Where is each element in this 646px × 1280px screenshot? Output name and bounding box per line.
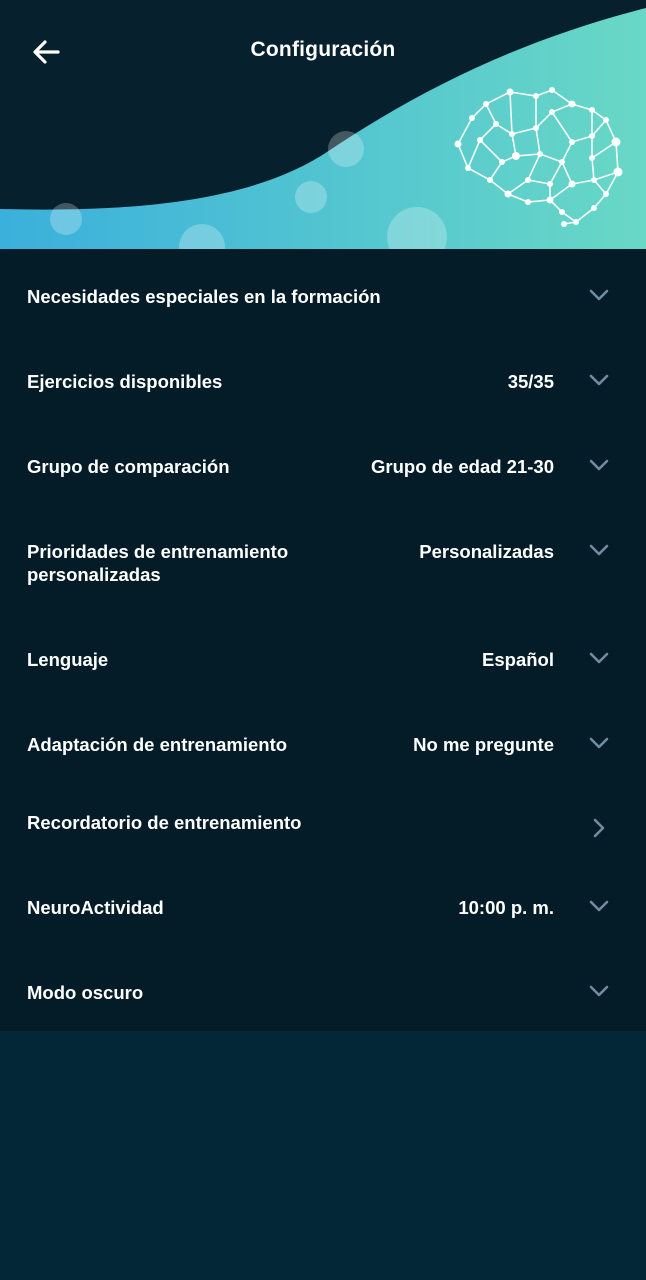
setting-value: Español [482,649,554,670]
setting-label: Prioridades de entrenamiento personaliza… [27,541,289,585]
brain-network-icon [454,87,623,227]
setting-special-needs[interactable]: Necesidades especiales en la formación [0,249,646,334]
chevron-down-icon [589,900,609,912]
setting-label: Adaptación de entrenamiento [27,734,288,755]
chevron-down-icon [589,289,609,301]
chevron-down-icon [589,652,609,664]
setting-value: Personalizadas [419,541,554,562]
setting-value: No me pregunte [413,734,554,755]
setting-value: 10:00 p. m. [458,897,554,918]
setting-value: Grupo de edad 21-30 [371,456,554,477]
setting-available-exercises[interactable]: Ejercicios disponibles 35/35 [0,334,646,419]
setting-comparison-group[interactable]: Grupo de comparación Grupo de edad 21-30 [0,419,646,504]
setting-label: Modo oscuro [27,982,144,1003]
setting-language[interactable]: Lenguaje Español [0,612,646,697]
setting-value: 35/35 [507,371,554,392]
setting-label: Grupo de comparación [27,456,230,477]
setting-training-priorities[interactable]: Prioridades de entrenamiento personaliza… [0,504,646,612]
page-title: Configuración [250,38,396,61]
setting-training-reminder[interactable]: Recordatorio de entrenamiento [0,782,646,867]
setting-neuroactivity[interactable]: NeuroActividad 10:00 p. m. [0,867,646,952]
chevron-down-icon [589,374,609,386]
setting-label: Recordatorio de entrenamiento [27,812,302,833]
setting-label: Lenguaje [27,649,109,670]
setting-training-adaptation[interactable]: Adaptación de entrenamiento No me pregun… [0,697,646,782]
settings-list: Necesidades especiales en la formación E… [0,249,646,1031]
setting-label: NeuroActividad [27,897,164,918]
chevron-down-icon [589,459,609,471]
chevron-right-icon [593,818,605,838]
header: Configuración [0,0,646,249]
setting-label: Ejercicios disponibles [27,371,223,392]
setting-label: Necesidades especiales en la formación [27,286,381,307]
chevron-down-icon [589,737,609,749]
chevron-down-icon [589,985,609,997]
chevron-down-icon [589,544,609,556]
setting-dark-mode[interactable]: Modo oscuro [0,952,646,1031]
